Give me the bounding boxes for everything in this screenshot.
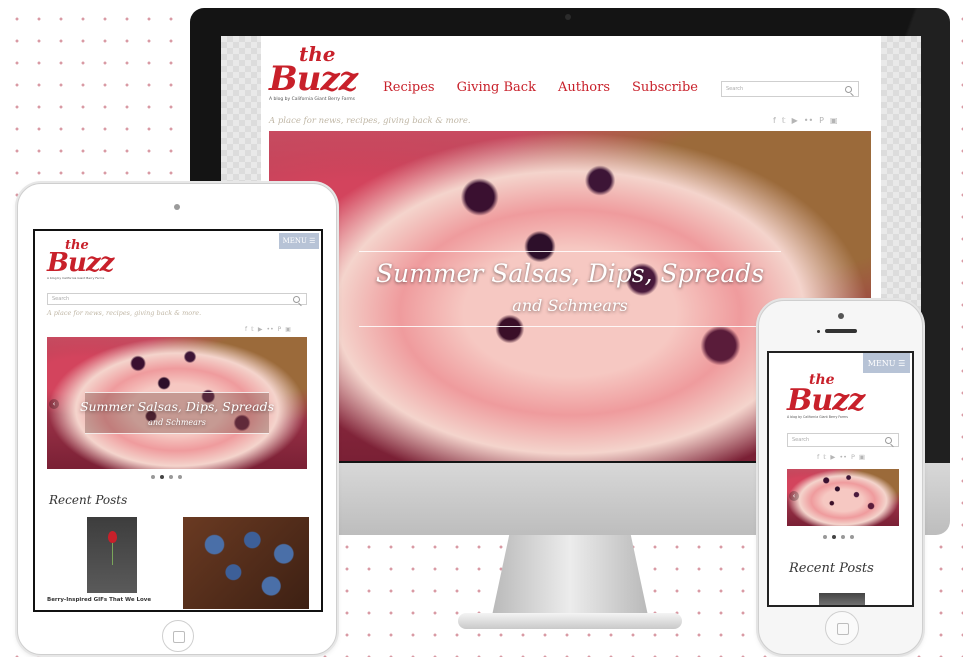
site-logo[interactable]: the Buzz A blog by California Giant Berr…	[269, 44, 358, 102]
social-links: f 𝕥 ▶ •• P ▣	[773, 116, 838, 125]
hero-rule-top	[359, 251, 781, 252]
post-thumbnail-blueberry-brownie[interactable]	[183, 517, 309, 609]
hero-slide[interactable]: Summer Salsas, Dips, Spreads and Schmear…	[47, 337, 307, 469]
twitter-icon[interactable]: 𝕥	[782, 116, 786, 125]
site-tagline: A place for news, recipes, giving back &…	[47, 309, 202, 317]
site-logo[interactable]: the Buzz A blog by California Giant Berr…	[787, 373, 865, 419]
instagram-icon[interactable]: ▣	[285, 326, 291, 333]
nav-authors[interactable]: Authors	[558, 80, 610, 95]
imac-stand	[490, 535, 650, 625]
main-nav: Recipes Giving Back Authors Subscribe	[383, 80, 698, 95]
ipad-home-button	[162, 620, 194, 652]
search-placeholder: Search	[726, 86, 744, 92]
hero-title: Summer Salsas, Dips, Spreads	[79, 399, 275, 414]
youtube-icon[interactable]: ▶	[258, 326, 263, 333]
site-logo[interactable]: the Buzz A blog by California Giant Berr…	[47, 239, 114, 281]
site-tagline: A place for news, recipes, giving back &…	[269, 116, 471, 126]
carousel-dots	[151, 475, 182, 479]
carousel-dots	[823, 535, 854, 539]
carousel-dot-active[interactable]	[160, 475, 164, 479]
menu-button[interactable]: MENU ☰	[863, 353, 910, 373]
post-title-link[interactable]: Berry-Inspired GIFs That We Love	[47, 597, 151, 603]
carousel-dot[interactable]	[850, 535, 854, 539]
hero-slide[interactable]: ‹	[787, 469, 899, 526]
imac-camera	[565, 14, 571, 20]
mobile-website: MENU ☰ the Buzz A blog by California Gia…	[767, 351, 914, 607]
carousel-dot[interactable]	[841, 535, 845, 539]
youtube-icon[interactable]: ▶	[792, 116, 798, 125]
facebook-icon[interactable]: f	[773, 116, 776, 125]
pinterest-icon[interactable]: P	[278, 326, 282, 333]
pinterest-icon[interactable]: P	[851, 453, 855, 461]
iphone-home-button	[825, 611, 859, 645]
carousel-prev-icon[interactable]: ‹	[49, 399, 59, 409]
search-placeholder: Search	[52, 296, 70, 302]
carousel-prev-icon[interactable]: ‹	[789, 491, 799, 501]
logo-buzz: Buzz	[787, 383, 865, 418]
nav-recipes[interactable]: Recipes	[383, 80, 435, 95]
strawberry-shape	[108, 531, 117, 543]
carousel-dot[interactable]	[151, 475, 155, 479]
flickr-icon[interactable]: ••	[267, 326, 274, 333]
flickr-icon[interactable]: ••	[804, 116, 813, 125]
search-icon[interactable]	[845, 85, 852, 93]
nav-subscribe[interactable]: Subscribe	[632, 80, 698, 95]
recent-posts-heading: Recent Posts	[49, 493, 128, 507]
logo-tagline: A blog by California Giant Berry Farms	[269, 96, 355, 102]
menu-button[interactable]: MENU ☰	[279, 233, 319, 249]
carousel-dot-active[interactable]	[832, 535, 836, 539]
iphone-sensor	[817, 330, 820, 333]
search-placeholder: Search	[792, 437, 810, 443]
carousel-dot[interactable]	[169, 475, 173, 479]
search-input[interactable]: Search	[787, 433, 899, 447]
tablet-website: MENU ☰ the Buzz A blog by California Gia…	[33, 229, 323, 612]
imac-base	[458, 613, 682, 629]
facebook-icon[interactable]: f	[817, 453, 819, 461]
post-thumbnail-strawberry[interactable]	[87, 517, 137, 593]
stem-shape	[112, 543, 113, 565]
social-links: f 𝕥 ▶ •• P ▣	[245, 326, 291, 333]
post-thumbnail[interactable]	[819, 593, 865, 605]
twitter-icon[interactable]: 𝕥	[823, 453, 826, 461]
hero-title: Summer Salsas, Dips, Spreads	[375, 259, 765, 288]
twitter-icon[interactable]: 𝕥	[251, 326, 254, 333]
nav-giving-back[interactable]: Giving Back	[457, 80, 536, 95]
ipad-camera	[174, 204, 180, 210]
social-links: f 𝕥 ▶ •• P ▣	[817, 453, 865, 461]
search-input[interactable]: Search	[721, 81, 859, 97]
iphone-speaker	[825, 329, 857, 333]
instagram-icon[interactable]: ▣	[830, 116, 838, 125]
search-input[interactable]: Search	[47, 293, 307, 305]
recent-posts-heading: Recent Posts	[789, 561, 874, 576]
carousel-dot[interactable]	[823, 535, 827, 539]
hero-subtitle: and Schmears	[148, 418, 206, 427]
pinterest-icon[interactable]: P	[819, 116, 824, 125]
iphone-device: MENU ☰ the Buzz A blog by California Gia…	[758, 300, 923, 655]
instagram-icon[interactable]: ▣	[859, 453, 865, 461]
flickr-icon[interactable]: ••	[839, 453, 847, 461]
logo-buzz: Buzz	[269, 59, 358, 99]
ipad-device: MENU ☰ the Buzz A blog by California Gia…	[17, 183, 337, 655]
logo-buzz: Buzz	[47, 248, 114, 278]
facebook-icon[interactable]: f	[245, 326, 247, 333]
logo-tagline: A blog by California Giant Berry Farms	[47, 276, 105, 281]
youtube-icon[interactable]: ▶	[830, 453, 835, 461]
search-icon[interactable]	[293, 295, 300, 303]
carousel-dot[interactable]	[178, 475, 182, 479]
hero-rule-bottom	[359, 326, 781, 327]
iphone-camera	[838, 313, 844, 319]
search-icon[interactable]	[885, 436, 892, 444]
